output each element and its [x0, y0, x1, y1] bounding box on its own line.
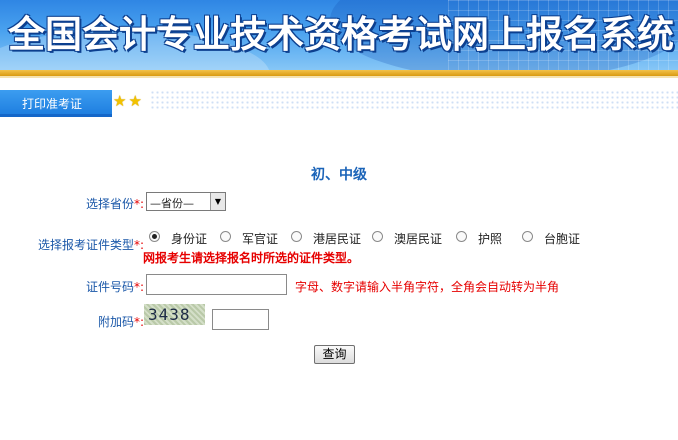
- tab-bar: 打印准考证 ★★: [0, 88, 678, 118]
- radio-label: 身份证: [171, 232, 208, 246]
- captcha-label-text: 附加码: [97, 315, 134, 329]
- site-title: 全国会计专业技术资格考试网上报名系统: [8, 12, 674, 56]
- required-marker: *:: [133, 280, 144, 294]
- radio-button[interactable]: [291, 231, 302, 242]
- required-marker: *:: [133, 315, 144, 329]
- id-type-label-text: 选择报考证件类型: [37, 238, 134, 252]
- province-label: 选择省份*:: [70, 195, 144, 212]
- radio-label: 军官证: [242, 232, 279, 246]
- captcha-image[interactable]: 3438: [144, 304, 205, 325]
- province-selected-value: —省份—: [150, 197, 194, 210]
- id-type-warning: 网报考生请选择报名时所选的证件类型。: [143, 251, 360, 265]
- header-banner: 全国会计专业技术资格考试网上报名系统: [0, 0, 678, 70]
- radio-button[interactable]: [149, 231, 160, 242]
- form-heading: 初、中级: [311, 167, 367, 183]
- id-number-label: 证件号码*:: [70, 278, 144, 295]
- star-icon: ★★: [113, 92, 144, 110]
- captcha-input[interactable]: [212, 309, 269, 330]
- radio-button[interactable]: [372, 231, 383, 242]
- radio-button[interactable]: [220, 231, 231, 242]
- tab-label: 打印准考证: [22, 97, 83, 111]
- id-number-label-text: 证件号码: [85, 280, 134, 294]
- dropdown-arrow-icon[interactable]: ▼: [210, 193, 225, 210]
- banner-divider-light: [0, 76, 678, 78]
- query-button[interactable]: 查询: [314, 345, 355, 364]
- id-number-input[interactable]: [146, 274, 287, 295]
- radio-label: 台胞证: [544, 232, 581, 246]
- required-marker: *:: [133, 197, 144, 211]
- tab-print-admission-ticket[interactable]: 打印准考证: [0, 90, 112, 117]
- radio-label: 护照: [478, 232, 503, 246]
- id-type-label: 选择报考证件类型*:: [20, 236, 144, 253]
- radio-button[interactable]: [522, 231, 533, 242]
- province-select[interactable]: —省份— ▼: [146, 192, 226, 211]
- captcha-code: 3438: [148, 305, 191, 324]
- radio-label: 澳居民证: [394, 232, 443, 246]
- captcha-label: 附加码*:: [70, 313, 144, 330]
- id-number-hint: 字母、数字请输入半角字符，全角会自动转为半角: [295, 280, 560, 294]
- radio-button[interactable]: [456, 231, 467, 242]
- radio-label: 港居民证: [313, 232, 362, 246]
- province-label-text: 选择省份: [85, 197, 134, 211]
- dotted-pattern: [150, 90, 678, 110]
